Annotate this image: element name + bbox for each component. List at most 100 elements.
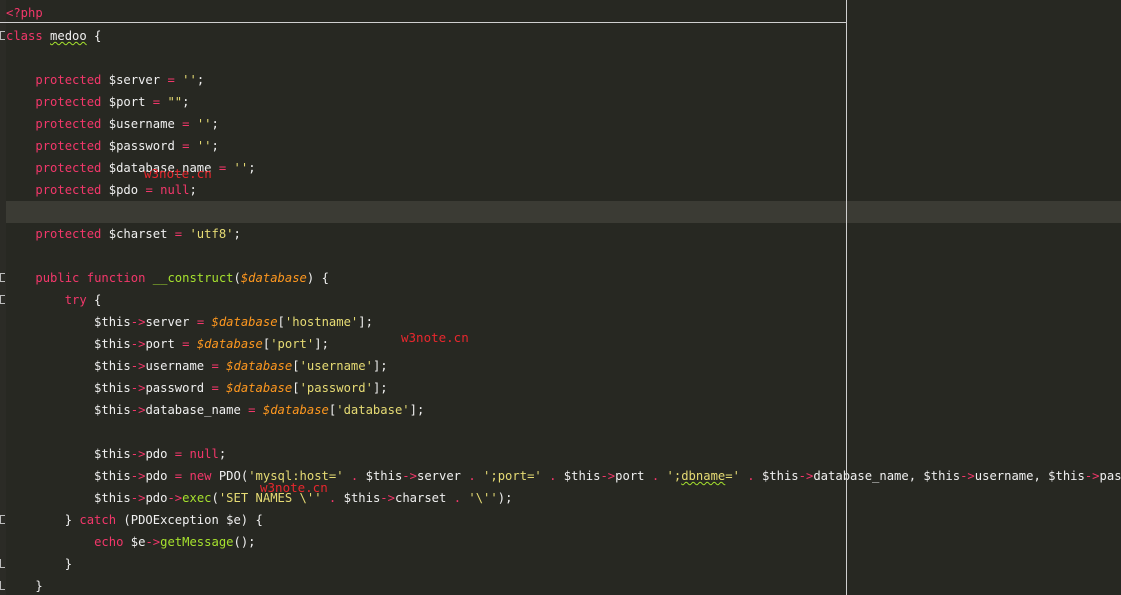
code-line[interactable]: class medoo {: [6, 25, 1121, 47]
code-line[interactable]: try {: [6, 289, 1121, 311]
code-line[interactable]: $this->password = $database['password'];: [6, 377, 1121, 399]
code-line[interactable]: echo $e->getMessage();: [6, 531, 1121, 553]
code-token: $this: [6, 447, 131, 461]
code-line[interactable]: protected $port = "";: [6, 91, 1121, 113]
code-token: protected: [35, 139, 102, 153]
code-token: (: [233, 271, 241, 285]
code-token: ->: [145, 535, 161, 549]
code-line[interactable]: }: [6, 575, 1121, 595]
watermark-3: w3note.cn: [260, 480, 328, 495]
code-token: username, $this: [974, 469, 1085, 483]
code-token: 'utf8': [189, 227, 234, 241]
code-token: $this: [754, 469, 799, 483]
code-token: ) {: [306, 271, 329, 285]
code-token: ;: [196, 73, 205, 87]
code-line[interactable]: }: [6, 553, 1121, 575]
code-token: medoo: [50, 29, 87, 43]
fold-marker-icon[interactable]: [0, 559, 5, 568]
code-token: PDO(: [211, 469, 249, 483]
code-token: (: [211, 491, 219, 505]
code-line[interactable]: protected $password = '';: [6, 135, 1121, 157]
fold-marker-icon[interactable]: [0, 515, 5, 524]
code-token: {: [86, 29, 102, 43]
code-token: $database: [240, 271, 307, 285]
code-token: ;: [211, 117, 219, 131]
watermark-2: w3note.cn: [401, 330, 469, 345]
watermark-1: w3note.cn: [144, 166, 212, 181]
code-token: '': [233, 161, 249, 175]
code-line[interactable]: [6, 47, 1121, 69]
fold-marker-icon[interactable]: [0, 295, 5, 304]
code-token: =: [211, 381, 219, 395]
code-line[interactable]: [6, 201, 1121, 223]
code-line[interactable]: $this->port = $database['port'];: [6, 333, 1121, 355]
code-token: protected: [35, 95, 102, 109]
code-token: (PDOException $e) {: [116, 513, 263, 527]
code-token: $charset: [101, 227, 175, 241]
code-line[interactable]: $this->server = $database['hostname'];: [6, 311, 1121, 333]
code-line[interactable]: protected $pdo = null;: [6, 179, 1121, 201]
php-open-tag-line[interactable]: <?php: [6, 2, 1121, 24]
code-token: ];: [372, 359, 388, 373]
code-token: ->: [380, 491, 395, 505]
code-line[interactable]: protected $username = '';: [6, 113, 1121, 135]
code-token: 'port': [270, 337, 315, 351]
code-line[interactable]: protected $server = '';: [6, 69, 1121, 91]
code-token: =: [145, 183, 153, 197]
code-token: $e: [123, 535, 146, 549]
code-token: $port: [101, 95, 153, 109]
code-token: ;: [211, 139, 219, 153]
code-token: =': [725, 469, 740, 483]
code-token: ];: [358, 315, 373, 329]
code-token: ->: [130, 381, 146, 395]
code-token: .: [747, 469, 755, 483]
code-token: $this: [6, 491, 131, 505]
code-token: ->: [960, 469, 975, 483]
code-token: $this: [336, 491, 381, 505]
code-token: 'username': [299, 359, 373, 373]
code-line[interactable]: $this->username = $database['username'];: [6, 355, 1121, 377]
code-line[interactable]: protected $charset = 'utf8';: [6, 223, 1121, 245]
code-token: [: [292, 359, 300, 373]
code-editor[interactable]: <?php class medoo { protected $server = …: [0, 0, 1121, 595]
code-token: $username: [101, 117, 183, 131]
code-line[interactable]: $this->pdo = new PDO('mysql:host=' . $th…: [6, 465, 1121, 487]
right-margin-guide: [846, 0, 847, 595]
code-token: "": [167, 95, 183, 109]
code-token: dbname: [681, 469, 726, 483]
code-line[interactable]: [6, 421, 1121, 443]
code-token: __construct: [152, 271, 234, 285]
code-token: $this: [6, 337, 131, 351]
code-token: ;: [218, 447, 227, 461]
fold-marker-icon[interactable]: [0, 31, 5, 40]
code-token: pdo: [145, 491, 168, 505]
code-token: echo: [94, 535, 124, 549]
code-line[interactable]: $this->database_name = $database['databa…: [6, 399, 1121, 421]
code-line[interactable]: } catch (PDOException $e) {: [6, 509, 1121, 531]
code-token: $password: [101, 139, 183, 153]
code-line[interactable]: public function __construct($database) {: [6, 267, 1121, 289]
fold-marker-icon[interactable]: [0, 581, 5, 590]
code-token: password: [145, 381, 212, 395]
code-token: ->: [130, 337, 146, 351]
code-line[interactable]: [6, 245, 1121, 267]
code-token: $this: [6, 381, 131, 395]
code-token: null: [160, 183, 190, 197]
code-token: ];: [372, 381, 388, 395]
code-token: $database: [226, 381, 293, 395]
code-token: ();: [233, 535, 256, 549]
fold-marker-icon[interactable]: [0, 273, 5, 282]
code-line[interactable]: $this->pdo->exec('SET NAMES \'' . $this-…: [6, 487, 1121, 509]
code-token: ;: [189, 183, 197, 197]
code-line[interactable]: $this->pdo = null;: [6, 443, 1121, 465]
code-token: =: [167, 73, 175, 87]
code-token: ->: [130, 447, 146, 461]
code-token: ->: [402, 469, 417, 483]
